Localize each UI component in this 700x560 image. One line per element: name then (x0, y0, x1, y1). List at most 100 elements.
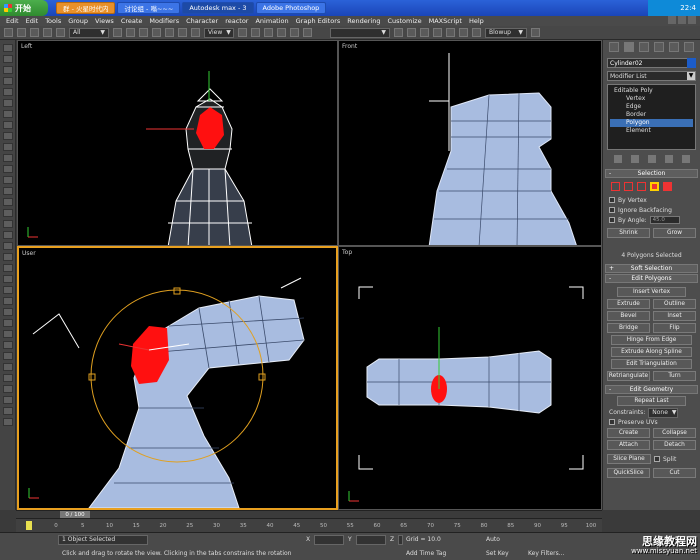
retriangulate-button[interactable]: Retriangulate (607, 371, 650, 381)
tool-icon[interactable] (2, 44, 13, 52)
auto-key-button[interactable]: Auto (486, 536, 500, 543)
tool-icon[interactable] (2, 363, 13, 371)
tool-icon[interactable] (2, 88, 13, 96)
turn-button[interactable]: Turn (653, 371, 696, 381)
render-preset-dropdown[interactable]: Blowup ▼ (485, 27, 527, 38)
y-coordinate-field[interactable] (356, 535, 386, 545)
add-time-tag[interactable]: Add Time Tag (406, 550, 446, 557)
tool-icon[interactable] (2, 374, 13, 382)
slice-plane-button[interactable]: Slice Plane (607, 454, 651, 464)
render-setup-icon[interactable] (472, 28, 481, 37)
object-color-swatch[interactable] (687, 58, 696, 68)
scale-icon[interactable] (191, 28, 200, 37)
quickslice-button[interactable]: QuickSlice (607, 468, 650, 478)
menu-item[interactable]: Animation (255, 17, 288, 25)
angle-snap-icon[interactable] (277, 28, 286, 37)
tool-icon[interactable] (2, 330, 13, 338)
layer-manager-icon[interactable] (420, 28, 429, 37)
z-coordinate-field[interactable] (398, 535, 403, 545)
tool-icon[interactable] (2, 385, 13, 393)
remove-modifier-icon[interactable] (664, 155, 673, 163)
align-icon[interactable] (407, 28, 416, 37)
vertex-level-icon[interactable] (611, 181, 620, 191)
close-icon[interactable] (688, 16, 696, 24)
pivot-point-icon[interactable] (238, 28, 247, 37)
taskbar-task[interactable]: Autodesk max - 3 (182, 2, 254, 14)
constraints-dropdown[interactable]: None ▼ (648, 407, 679, 418)
taskbar-task[interactable]: 讨论组 - 嗡~~~ (117, 2, 181, 14)
split-checkbox[interactable]: Split (654, 454, 696, 464)
percent-snap-icon[interactable] (290, 28, 299, 37)
time-slider-track[interactable]: 0 / 100 (16, 510, 602, 519)
rotate-icon[interactable] (178, 28, 187, 37)
tool-icon[interactable] (2, 308, 13, 316)
pin-stack-icon[interactable] (613, 155, 622, 163)
tool-icon[interactable] (2, 187, 13, 195)
menu-item[interactable]: Modifiers (149, 17, 179, 25)
tool-icon[interactable] (2, 231, 13, 239)
menu-item[interactable]: Help (469, 17, 484, 25)
tool-icon[interactable] (2, 418, 13, 426)
tool-icon[interactable] (2, 297, 13, 305)
tool-icon[interactable] (2, 99, 13, 107)
make-unique-icon[interactable] (647, 155, 656, 163)
tool-icon[interactable] (2, 242, 13, 250)
grow-button[interactable]: Grow (653, 228, 696, 238)
ignore-backfacing-checkbox[interactable]: Ignore Backfacing (603, 204, 700, 214)
by-angle-checkbox[interactable]: By Angle: 45.0 (603, 214, 700, 224)
show-end-result-icon[interactable] (630, 155, 639, 163)
inset-button[interactable]: Inset (653, 311, 696, 321)
by-angle-spinner[interactable]: 45.0 (649, 216, 680, 224)
tool-icon[interactable] (2, 220, 13, 228)
tool-icon[interactable] (2, 198, 13, 206)
start-button[interactable]: 开始 (0, 0, 48, 16)
menu-item[interactable]: Rendering (347, 17, 380, 25)
link-icon[interactable] (30, 28, 39, 37)
tool-icon[interactable] (2, 264, 13, 272)
undo-icon[interactable] (4, 28, 13, 37)
minimize-icon[interactable] (668, 16, 676, 24)
tool-icon[interactable] (2, 396, 13, 404)
bind-space-warp-icon[interactable] (56, 28, 65, 37)
bridge-button[interactable]: Bridge (607, 323, 650, 333)
selection-rollout-header[interactable]: - Selection (605, 169, 698, 178)
insert-vertex-button[interactable]: Insert Vertex (617, 287, 686, 297)
tool-icon[interactable] (2, 286, 13, 294)
edit-triangulation-button[interactable]: Edit Triangulation (611, 359, 692, 369)
track-bar[interactable]: 0 5 10 15 20 25 30 35 40 45 50 55 60 65 70 75 80 85 90 95 10… (16, 518, 602, 532)
stack-item-element[interactable]: Element (610, 127, 693, 135)
taskbar-task[interactable]: 群 - 火星时代内 (56, 2, 116, 14)
material-editor-icon[interactable] (459, 28, 468, 37)
edit-polygons-rollout-header[interactable]: - Edit Polygons (605, 274, 698, 283)
viewport-top[interactable]: Top (338, 246, 602, 510)
curve-editor-icon[interactable] (433, 28, 442, 37)
preserve-uvs-checkbox[interactable]: Preserve UVs (603, 416, 700, 426)
collapse-button[interactable]: Collapse (653, 428, 696, 438)
create-button[interactable]: Create (607, 428, 650, 438)
key-mode-icon[interactable] (26, 521, 32, 530)
unlink-icon[interactable] (43, 28, 52, 37)
configure-sets-icon[interactable] (681, 155, 690, 163)
tool-icon[interactable] (2, 352, 13, 360)
menu-item[interactable]: Edit (26, 17, 39, 25)
maximize-icon[interactable] (678, 16, 686, 24)
modify-tab-icon[interactable] (624, 42, 635, 52)
hinge-from-edge-button[interactable]: Hinge From Edge (611, 335, 692, 345)
menu-item[interactable]: Character (186, 17, 218, 25)
menu-item[interactable]: Edit (6, 17, 19, 25)
schematic-view-icon[interactable] (446, 28, 455, 37)
tool-icon[interactable] (2, 176, 13, 184)
create-tab-icon[interactable] (609, 42, 620, 52)
tool-icon[interactable] (2, 275, 13, 283)
manipulate-icon[interactable] (251, 28, 260, 37)
display-tab-icon[interactable] (668, 42, 679, 52)
window-crossing-icon[interactable] (152, 28, 161, 37)
tool-icon[interactable] (2, 55, 13, 63)
border-level-icon[interactable] (637, 181, 646, 191)
shrink-button[interactable]: Shrink (607, 228, 650, 238)
bevel-button[interactable]: Bevel (607, 311, 650, 321)
tool-icon[interactable] (2, 253, 13, 261)
taskbar-task[interactable]: Adobe Photoshop (255, 2, 327, 14)
tool-icon[interactable] (2, 121, 13, 129)
flip-button[interactable]: Flip (653, 323, 696, 333)
